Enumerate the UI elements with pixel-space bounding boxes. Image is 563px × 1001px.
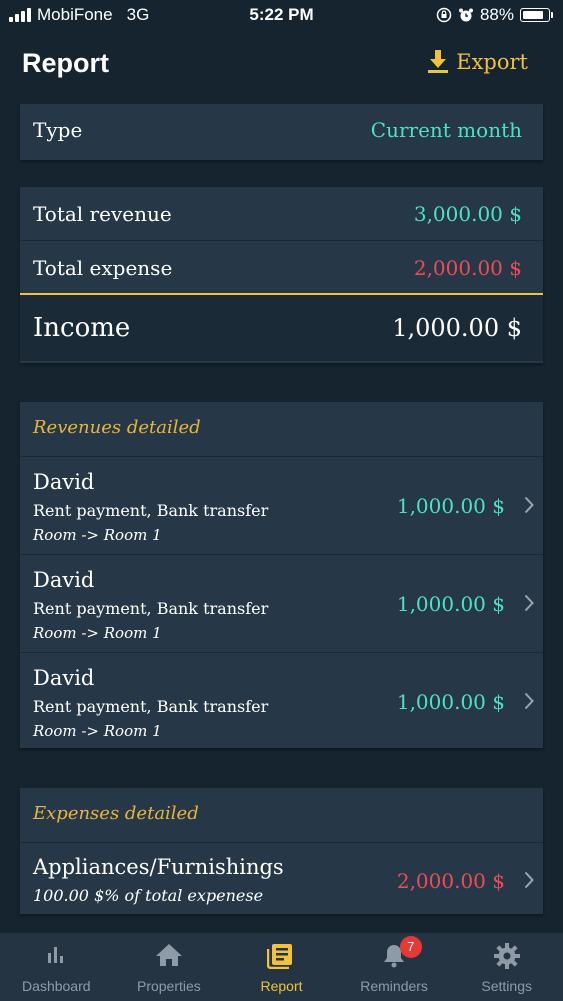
total-revenue-value: 3,000.00 $	[413, 202, 522, 226]
revenues-title: Revenues detailed	[33, 417, 201, 438]
type-selector[interactable]: Type Current month	[20, 104, 543, 160]
total-expense-row: Total expense 2,000.00 $	[20, 240, 543, 295]
revenue-room: Room -> Room 1	[33, 624, 162, 642]
revenue-payer: David	[33, 666, 95, 690]
chevron-right-icon	[524, 871, 534, 889]
tab-properties[interactable]: Properties	[113, 933, 226, 1001]
home-icon	[155, 944, 182, 966]
status-right: 88%	[436, 5, 553, 25]
tab-bar: Dashboard Properties Report 7 Reminders	[0, 932, 563, 1001]
battery-icon	[520, 8, 553, 22]
total-revenue-row: Total revenue 3,000.00 $	[20, 187, 543, 240]
tab-report-label: Report	[260, 978, 303, 994]
chevron-right-icon	[524, 594, 534, 612]
reminders-badge: 7	[399, 936, 422, 958]
tab-dashboard[interactable]: Dashboard	[0, 933, 113, 1001]
revenue-description: Rent payment, Bank transfer	[33, 599, 269, 618]
type-label: Type	[33, 118, 83, 142]
expense-note: 100.00 $% of total expenese	[33, 886, 264, 905]
battery-percent: 88%	[479, 5, 514, 24]
expense-item[interactable]: Appliances/Furnishings 100.00 $% of tota…	[20, 842, 543, 914]
revenue-item[interactable]: David Rent payment, Bank transfer Room -…	[20, 554, 543, 652]
chevron-right-icon	[524, 692, 534, 710]
type-value[interactable]: Current month	[371, 118, 522, 142]
gear-icon	[493, 943, 520, 969]
rotation-lock-icon	[436, 7, 452, 23]
revenue-item[interactable]: David Rent payment, Bank transfer Room -…	[20, 652, 543, 750]
download-icon	[428, 50, 449, 73]
revenue-description: Rent payment, Bank transfer	[33, 697, 269, 716]
report-icon	[267, 944, 293, 969]
tab-reminders-label: Reminders	[360, 978, 428, 994]
income-label: Income	[33, 313, 131, 343]
expenses-title: Expenses detailed	[33, 803, 199, 824]
expenses-header: Expenses detailed	[20, 788, 543, 842]
tab-report[interactable]: Report	[225, 933, 338, 1001]
tab-dashboard-label: Dashboard	[22, 978, 91, 994]
status-bar: MobiFone 3G 5:22 PM 88%	[0, 0, 563, 32]
total-expense-value: 2,000.00 $	[413, 256, 522, 280]
chevron-right-icon	[524, 496, 534, 514]
page-title: Report	[22, 48, 109, 78]
total-expense-label: Total expense	[33, 256, 173, 280]
revenue-amount: 1,000.00 $	[396, 592, 505, 616]
revenues-header: Revenues detailed	[20, 402, 543, 456]
tab-settings[interactable]: Settings	[450, 933, 563, 1001]
revenue-amount: 1,000.00 $	[396, 494, 505, 518]
export-button[interactable]: Export	[428, 50, 528, 74]
export-label: Export	[456, 50, 528, 74]
revenues-card: Revenues detailed David Rent payment, Ba…	[20, 402, 543, 748]
income-value: 1,000.00 $	[392, 314, 522, 342]
expenses-card: Expenses detailed Appliances/Furnishings…	[20, 788, 543, 914]
alarm-icon	[458, 8, 473, 22]
revenue-description: Rent payment, Bank transfer	[33, 501, 269, 520]
revenue-payer: David	[33, 470, 95, 494]
tab-settings-label: Settings	[481, 978, 532, 994]
summary-card: Total revenue 3,000.00 $ Total expense 2…	[20, 187, 543, 363]
revenue-payer: David	[33, 568, 95, 592]
revenue-item[interactable]: David Rent payment, Bank transfer Room -…	[20, 456, 543, 554]
total-revenue-label: Total revenue	[33, 202, 172, 226]
expense-category: Appliances/Furnishings	[33, 855, 284, 879]
tab-properties-label: Properties	[136, 978, 201, 994]
revenue-room: Room -> Room 1	[33, 722, 162, 740]
tab-reminders[interactable]: 7 Reminders	[338, 933, 451, 1001]
revenue-room: Room -> Room 1	[33, 526, 162, 544]
income-row: Income 1,000.00 $	[20, 295, 543, 361]
expense-amount: 2,000.00 $	[396, 869, 505, 893]
revenue-amount: 1,000.00 $	[396, 690, 505, 714]
bar-chart-icon	[48, 947, 64, 963]
type-row[interactable]: Type Current month	[20, 104, 543, 160]
